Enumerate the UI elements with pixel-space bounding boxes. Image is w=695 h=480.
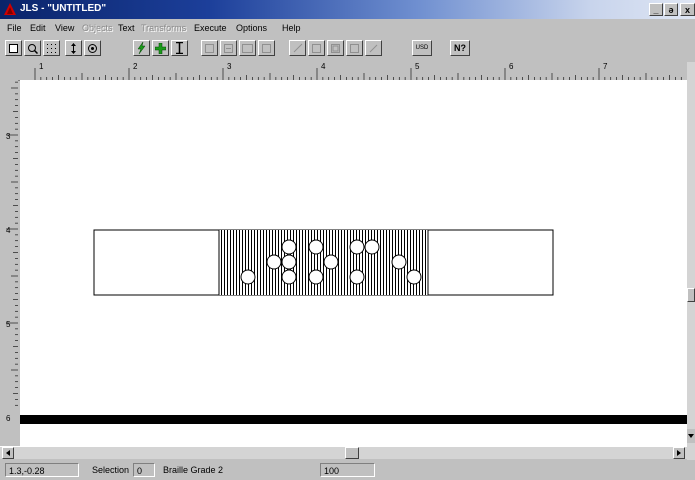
window-title: JLS - "UNTITLED" [20, 3, 107, 14]
disabled-tool-5[interactable] [289, 40, 306, 56]
app-logo-icon [4, 3, 16, 15]
disabled-tool-2[interactable] [220, 40, 237, 56]
disabled-tool-1[interactable] [201, 40, 218, 56]
add-icon[interactable] [152, 40, 169, 56]
ruler-label-3: 3 [227, 62, 232, 71]
menu-file[interactable]: File [7, 23, 22, 33]
menu-transforms[interactable]: Transforms [141, 23, 186, 33]
drawing-canvas[interactable] [20, 80, 687, 446]
status-selection-label: Selection [92, 465, 130, 475]
ruler-label-v5: 5 [6, 320, 11, 329]
zoom-icon[interactable] [24, 40, 41, 56]
horizontal-scroll-thumb[interactable] [345, 447, 359, 459]
status-bar: 1.3,-0.28 Selection 0 Braille Grade 2 10… [0, 460, 695, 480]
text-cursor-icon[interactable] [171, 40, 188, 56]
ruler-label-v4: 4 [6, 226, 11, 235]
disabled-tool-4[interactable] [258, 40, 275, 56]
ruler-label-7: 7 [603, 62, 608, 71]
status-coordinates: 1.3,-0.28 [5, 463, 79, 477]
move-icon[interactable] [65, 40, 82, 56]
menu-text[interactable]: Text [118, 23, 135, 33]
scroll-right-arrow[interactable] [673, 447, 685, 459]
ruler-label-v3: 3 [6, 132, 11, 141]
vertical-scrollbar[interactable] [687, 62, 695, 462]
horizontal-ruler: 1 2 3 4 5 6 7 [0, 62, 684, 81]
page-margin-bar [20, 415, 687, 424]
menu-objects[interactable]: Objects [82, 23, 113, 33]
scroll-left-arrow[interactable] [2, 447, 14, 459]
menu-options[interactable]: Options [236, 23, 267, 33]
status-mode: Braille Grade 2 [163, 465, 224, 475]
menu-view[interactable]: View [55, 23, 74, 33]
lightning-icon[interactable] [133, 40, 150, 56]
ruler-label-2: 2 [133, 62, 138, 71]
vertical-scroll-thumb[interactable] [687, 288, 695, 302]
disabled-tool-3[interactable] [239, 40, 256, 56]
ruler-label-6: 6 [509, 62, 514, 71]
disabled-tool-7[interactable] [327, 40, 344, 56]
braille-drawing [20, 229, 687, 424]
disabled-tool-9[interactable] [365, 40, 382, 56]
usd-button[interactable]: USD [412, 40, 432, 56]
ruler-ticks [34, 68, 682, 80]
vertical-ruler: 3 4 5 6 [0, 80, 18, 446]
new-page-icon[interactable] [5, 40, 22, 56]
ruler-label-4: 4 [321, 62, 326, 71]
view-icon[interactable] [84, 40, 101, 56]
menu-edit[interactable]: Edit [30, 23, 46, 33]
menu-help[interactable]: Help [282, 23, 301, 33]
help-pointer-button[interactable]: N? [450, 40, 470, 56]
ruler-label-5: 5 [415, 62, 420, 71]
disabled-tool-8[interactable] [346, 40, 363, 56]
disabled-tool-6[interactable] [308, 40, 325, 56]
status-selection-value: 0 [133, 463, 155, 477]
menu-bar: File Edit View Objects Text Transforms E… [0, 20, 695, 37]
toolbar: USD N? [0, 38, 695, 60]
status-zoom: 100 [320, 463, 375, 477]
horizontal-scrollbar[interactable] [0, 446, 687, 459]
maximize-button[interactable]: ə [664, 3, 678, 16]
grid-icon[interactable] [43, 40, 60, 56]
menu-execute[interactable]: Execute [194, 23, 227, 33]
close-button[interactable]: x [680, 3, 695, 16]
scroll-down-arrow[interactable] [687, 429, 695, 443]
ruler-label-v6: 6 [6, 414, 11, 423]
minimize-button[interactable]: _ [649, 3, 663, 16]
ruler-label-1: 1 [39, 62, 44, 71]
